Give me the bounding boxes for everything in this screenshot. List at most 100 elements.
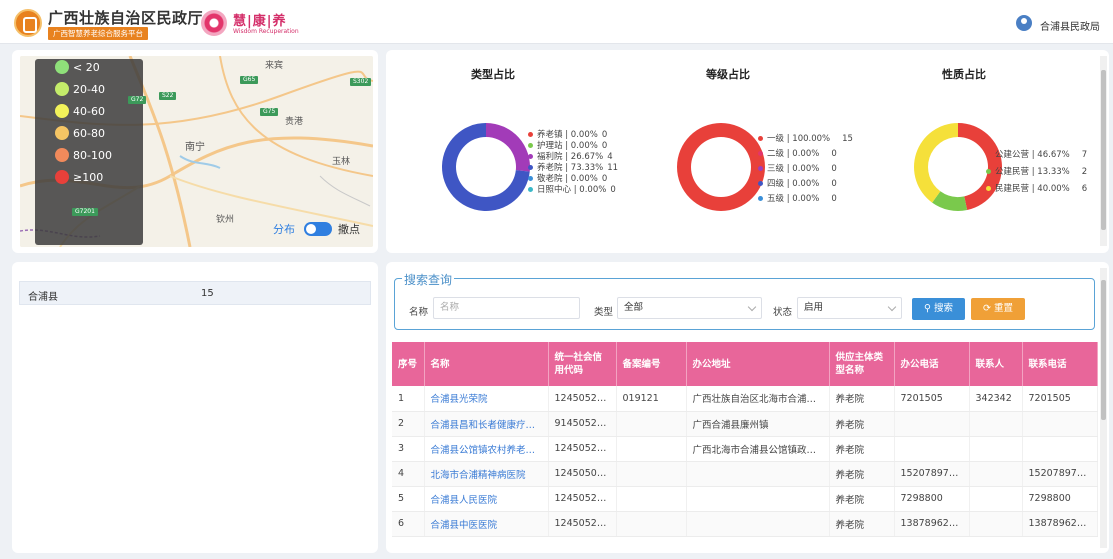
column-header[interactable]: 办公地址 [686,342,830,386]
column-header[interactable]: 序号 [392,342,425,386]
road-badge: G7201 [72,208,98,216]
legend-dot [528,176,533,181]
charts-scrollbar-thumb[interactable] [1101,70,1106,230]
institution-name-link[interactable]: 合浦县昌和长者健康疗养... [424,411,549,437]
column-header[interactable]: 联系电话 [1022,342,1098,386]
county-panel: 合浦县 15 [12,262,378,553]
table-row[interactable]: 6 合浦县中医医院 124505214... 养老院 13878962326 138789… [392,511,1098,537]
table-cell: 124505214... [548,436,617,462]
legend-dot [758,196,763,201]
table-scrollbar[interactable] [1100,268,1107,548]
table-cell: 15207897544 [1022,461,1098,487]
column-header[interactable]: 备案编号 [616,342,687,386]
legend-item[interactable]: < 20 [55,59,100,75]
column-header[interactable]: 统一社会信用代码 [548,342,617,386]
chart-title-level: 等级占比 [706,68,750,81]
chart-legend-item[interactable]: 日照中心 | 0.00% 0 [528,183,616,195]
toggle-label-scatter[interactable]: 撒点 [338,221,360,237]
chart-legend-item[interactable]: 公建民营 | 13.33% 2 [986,165,1087,177]
type-donut-chart[interactable] [431,112,541,222]
legend-item[interactable]: 40-60 [55,103,105,119]
legend-item[interactable]: ≥100 [55,169,103,185]
table-cell: 124505214... [548,486,617,512]
chart-legend-item[interactable]: 一级 | 100.00% 15 [758,132,853,144]
legend-dot [758,136,763,141]
legend-item[interactable]: 80-100 [55,147,112,163]
chart-title-type: 类型占比 [471,68,515,81]
chart-legend-item[interactable]: 三级 | 0.00% 0 [758,162,837,174]
table-cell: 4 [392,461,425,487]
column-header[interactable]: 联系人 [969,342,1023,386]
legend-name: 五级 [767,194,785,204]
status-select[interactable]: 启用 [797,297,902,319]
table-cell: 3 [392,436,425,462]
reset-button[interactable]: ⟳ 重置 [971,298,1025,320]
legend-item[interactable]: 20-40 [55,81,105,97]
table-row[interactable]: 5 合浦县人民医院 124505214... 养老院 7298800 7298800 [392,486,1098,512]
table-row[interactable]: 1 合浦县光荣院 124505217... 019121 广西壮族自治区北海市合浦县..… [392,386,1098,412]
table-cell: 养老院 [829,436,895,462]
table-cell: 7298800 [894,486,970,512]
table-row[interactable]: 4 北海市合浦精神病医院 124505004... 养老院 15207897544 152… [392,461,1098,487]
column-header[interactable]: 名称 [424,342,549,386]
top-header: 广西壮族自治区民政厅 广西智慧养老综合服务平台 慧|康|养 Wisdom Rec… [0,0,1113,44]
legend-label: 20-40 [73,82,105,96]
search-form: 搜索查询 名称 名称 类型 全部 状态 启用 ⚲ 搜索 ⟳ 重置 [394,271,1095,330]
legend-dot [986,152,991,157]
legend-dot [528,143,533,148]
legend-count: 15 [842,134,853,144]
institution-name-link[interactable]: 合浦县公馆镇农村养老服... [424,436,549,462]
legend-item[interactable]: 60-80 [55,125,105,141]
chevron-down-icon [887,302,897,312]
table-cell [969,511,1023,537]
table-cell: 养老院 [829,511,895,537]
table-cell: 13878962326 [894,511,970,537]
institution-name-link[interactable]: 合浦县中医医院 [424,511,549,537]
legend-percent: 100.00% [792,134,831,144]
legend-label: 40-60 [73,104,105,118]
column-header[interactable]: 办公电话 [894,342,970,386]
legend-dot [986,186,991,191]
legend-label: 80-100 [73,148,112,162]
user-avatar-icon[interactable] [1016,15,1032,31]
chart-legend-item[interactable]: 民建民营 | 40.00% 6 [986,182,1087,194]
legend-dot [758,181,763,186]
donut-slice[interactable] [486,123,530,172]
status-select-value: 启用 [804,302,824,313]
brand-name: 慧|康|养 [233,14,287,29]
county-list-item[interactable]: 合浦县 15 [19,281,371,305]
legend-dot [986,169,991,174]
chart-legend-item[interactable]: 公建公营 | 46.67% 7 [986,148,1087,160]
status-field-label: 状态 [773,307,793,318]
table-cell [686,486,830,512]
donut-slice[interactable] [914,123,958,203]
donut-slice[interactable] [677,123,765,211]
distribution-scatter-toggle[interactable] [304,222,332,236]
chart-legend-item[interactable]: 五级 | 0.00% 0 [758,192,837,204]
table-cell [1022,436,1098,462]
table-cell [616,511,687,537]
table-cell: 5 [392,486,425,512]
user-name[interactable]: 合浦县民政局 [1040,18,1100,33]
chart-legend-item[interactable]: 四级 | 0.00% 0 [758,177,837,189]
charts-scrollbar[interactable] [1100,56,1107,246]
table-row[interactable]: 2 合浦县昌和长者健康疗养... 914505213... 广西合浦县廉州镇 养老院 [392,411,1098,437]
search-button[interactable]: ⚲ 搜索 [912,298,965,320]
chart-legend-item[interactable]: 二级 | 0.00% 0 [758,147,837,159]
table-cell: 124505004... [548,461,617,487]
institution-name-link[interactable]: 合浦县人民医院 [424,486,549,512]
table-row[interactable]: 3 合浦县公馆镇农村养老服... 124505214... 广西北海市合浦县公馆镇政府… [392,436,1098,462]
institution-name-link[interactable]: 北海市合浦精神病医院 [424,461,549,487]
table-scrollbar-thumb[interactable] [1101,280,1106,420]
legend-name: 一级 [767,134,785,144]
name-field-label: 名称 [409,307,429,318]
type-select[interactable]: 全部 [617,297,762,319]
table-cell: 广西合浦县廉州镇 [686,411,830,437]
column-header[interactable]: 供应主体类型名称 [829,342,895,386]
region-map[interactable]: < 20 20-40 40-60 60-80 80-100 ≥100 来宾 南宁… [20,56,373,247]
institution-name-link[interactable]: 合浦县光荣院 [424,386,549,412]
name-input[interactable]: 名称 [433,297,580,319]
toggle-label-distribution[interactable]: 分布 [273,221,295,237]
table-cell [969,411,1023,437]
table-cell: 养老院 [829,411,895,437]
